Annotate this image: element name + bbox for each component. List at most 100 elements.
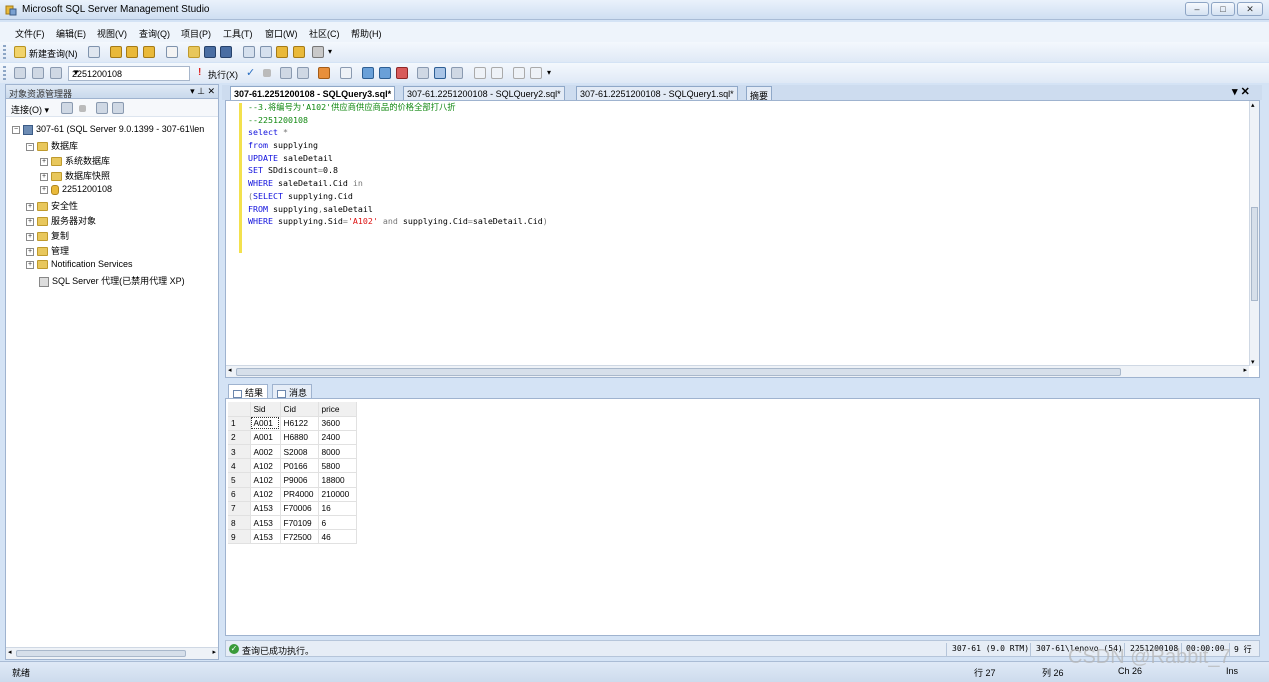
code-line[interactable]: WHERE saleDetail.Cid in [248, 177, 548, 190]
grid-cell[interactable]: A153 [250, 501, 281, 517]
expand-icon[interactable]: + [40, 157, 48, 166]
row-number[interactable]: 2 [228, 430, 251, 446]
grid-cell[interactable]: H6122 [280, 416, 319, 431]
decrease-indent-icon[interactable] [513, 67, 525, 79]
toolbar-overflow-icon[interactable]: ▾ [547, 68, 551, 77]
design-query-icon[interactable] [297, 67, 309, 79]
row-number[interactable]: 8 [228, 515, 251, 531]
toolbar-grip[interactable] [3, 66, 6, 80]
grid-cell[interactable]: 6 [318, 515, 357, 531]
expand-icon[interactable]: + [26, 202, 34, 211]
menu-view[interactable]: 视图(V) [97, 27, 127, 40]
expand-icon[interactable]: + [26, 217, 34, 226]
menu-edit[interactable]: 编辑(E) [56, 27, 86, 40]
grid-cell[interactable]: 18800 [318, 472, 357, 488]
tree-node-user-database[interactable]: +2251200108 [40, 184, 112, 197]
table-row[interactable]: 9 A153 F72500 46 [228, 529, 357, 545]
results-to-text-icon[interactable] [417, 67, 429, 79]
grid-cell[interactable]: 8000 [318, 444, 357, 460]
connect-icon[interactable] [14, 67, 26, 79]
code-line[interactable]: from supplying [248, 139, 548, 152]
toolbar-grip[interactable] [3, 45, 6, 59]
grid-cell[interactable]: F70109 [280, 515, 319, 531]
grid-cell[interactable]: A153 [250, 515, 281, 531]
database-engine-query-icon[interactable] [110, 46, 122, 58]
scroll-thumb[interactable] [236, 368, 1121, 376]
xmla-query-icon[interactable] [166, 46, 178, 58]
include-plan-icon[interactable] [362, 67, 374, 79]
code-line[interactable]: WHERE supplying.Sid='A102' and supplying… [248, 215, 548, 228]
code-line[interactable]: --3.将编号为'A102'供应商供应商品的价格全部打八折 [248, 101, 548, 114]
scroll-left-icon[interactable]: ◂ [228, 366, 232, 374]
tab-sqlquery1[interactable]: 307-61.2251200108 - SQLQuery1.sql* [576, 86, 738, 100]
specify-template-values-icon[interactable] [318, 67, 330, 79]
table-row[interactable]: 1 A001 H6122 3600 [228, 416, 357, 431]
editor-vscroll[interactable]: ▴ ▾ [1249, 101, 1259, 366]
object-explorer-icon[interactable] [260, 46, 272, 58]
code-line[interactable]: (SELECT supplying.Cid [248, 190, 548, 203]
row-number[interactable]: 7 [228, 501, 251, 517]
tab-results[interactable]: 结果 [228, 384, 269, 398]
editor-hscroll[interactable]: ◂ ▸ [226, 365, 1249, 377]
scroll-right-icon[interactable]: ▸ [212, 648, 216, 656]
grid-cell[interactable]: F70006 [280, 501, 319, 517]
properties-icon[interactable] [312, 46, 324, 58]
parse-check-icon[interactable]: ✓ [246, 66, 255, 79]
minimize-button[interactable]: – [1185, 2, 1209, 16]
change-connection-icon[interactable] [50, 67, 62, 79]
menu-query[interactable]: 查询(Q) [139, 27, 170, 40]
code-line[interactable]: SET SDdiscount=0.8 [248, 164, 548, 177]
grid-cell[interactable]: 16 [318, 501, 357, 517]
column-header-price[interactable]: price [318, 402, 357, 417]
panel-window-buttons[interactable]: ▾ ⊥ ✕ [190, 86, 215, 97]
column-header-cid[interactable]: Cid [280, 402, 319, 417]
maximize-button[interactable]: □ [1211, 2, 1235, 16]
table-row[interactable]: 4 A102 P0166 5800 [228, 458, 357, 474]
menu-file[interactable]: 文件(F) [15, 27, 45, 40]
collapse-icon[interactable]: − [12, 125, 20, 134]
menu-tools[interactable]: 工具(T) [223, 27, 253, 40]
expand-icon[interactable]: + [26, 247, 34, 256]
grid-cell[interactable]: P0166 [280, 458, 319, 474]
grid-cell[interactable]: A153 [250, 529, 281, 545]
menu-community[interactable]: 社区(C) [309, 27, 340, 40]
grid-cell[interactable]: A102 [250, 487, 281, 502]
collapse-icon[interactable]: − [26, 142, 34, 151]
sqlcmd-mode-icon[interactable] [396, 67, 408, 79]
grid-cell[interactable]: PR4000 [280, 487, 319, 502]
template-explorer-icon[interactable] [276, 46, 288, 58]
disconnect-icon[interactable] [32, 67, 44, 79]
grid-cell[interactable]: A002 [250, 444, 281, 460]
grid-cell[interactable]: 3600 [318, 416, 357, 431]
grid-cell[interactable]: 210000 [318, 487, 357, 502]
available-databases-select[interactable]: 2251200108 ▼ [68, 66, 190, 81]
tab-messages[interactable]: 消息 [272, 384, 313, 398]
tree-node-snapshots[interactable]: + 数据库快照 [40, 169, 110, 182]
grid-cell[interactable]: A102 [250, 458, 281, 474]
expand-icon[interactable]: + [40, 172, 48, 181]
toolbar-overflow-icon[interactable]: ▾ [328, 47, 332, 56]
table-row[interactable]: 7 A153 F70006 16 [228, 501, 357, 517]
tab-summary[interactable]: 摘要 [746, 86, 773, 101]
object-explorer-hscroll[interactable]: ◂ ▸ [6, 647, 218, 659]
tree-node-notification-services[interactable]: + Notification Services [26, 259, 133, 272]
menu-help[interactable]: 帮助(H) [351, 27, 382, 40]
grid-cell[interactable]: P9006 [280, 472, 319, 488]
grid-cell[interactable]: 2400 [318, 430, 357, 446]
mdx-query-icon[interactable] [143, 46, 155, 58]
filter-icon[interactable] [112, 102, 124, 114]
tree-node-security[interactable]: + 安全性 [26, 199, 78, 212]
menu-window[interactable]: 窗口(W) [265, 27, 298, 40]
grid-cell[interactable]: A001 [250, 416, 281, 431]
tree-node-server[interactable]: − 307-61 (SQL Server 9.0.1399 - 307-61\le… [12, 124, 204, 137]
save-icon[interactable] [204, 46, 216, 58]
row-number[interactable]: 4 [228, 458, 251, 474]
connect-dropdown[interactable]: 连接(O) ▾ [11, 103, 49, 116]
tree-node-management[interactable]: + 管理 [26, 244, 69, 257]
grid-cell[interactable]: A102 [250, 472, 281, 488]
tab-sqlquery2[interactable]: 307-61.2251200108 - SQLQuery2.sql* [403, 86, 565, 100]
comment-lines-icon[interactable] [474, 67, 486, 79]
table-row[interactable]: 8 A153 F70109 6 [228, 515, 357, 531]
stop-icon[interactable] [79, 105, 86, 112]
row-number[interactable]: 1 [228, 416, 251, 431]
